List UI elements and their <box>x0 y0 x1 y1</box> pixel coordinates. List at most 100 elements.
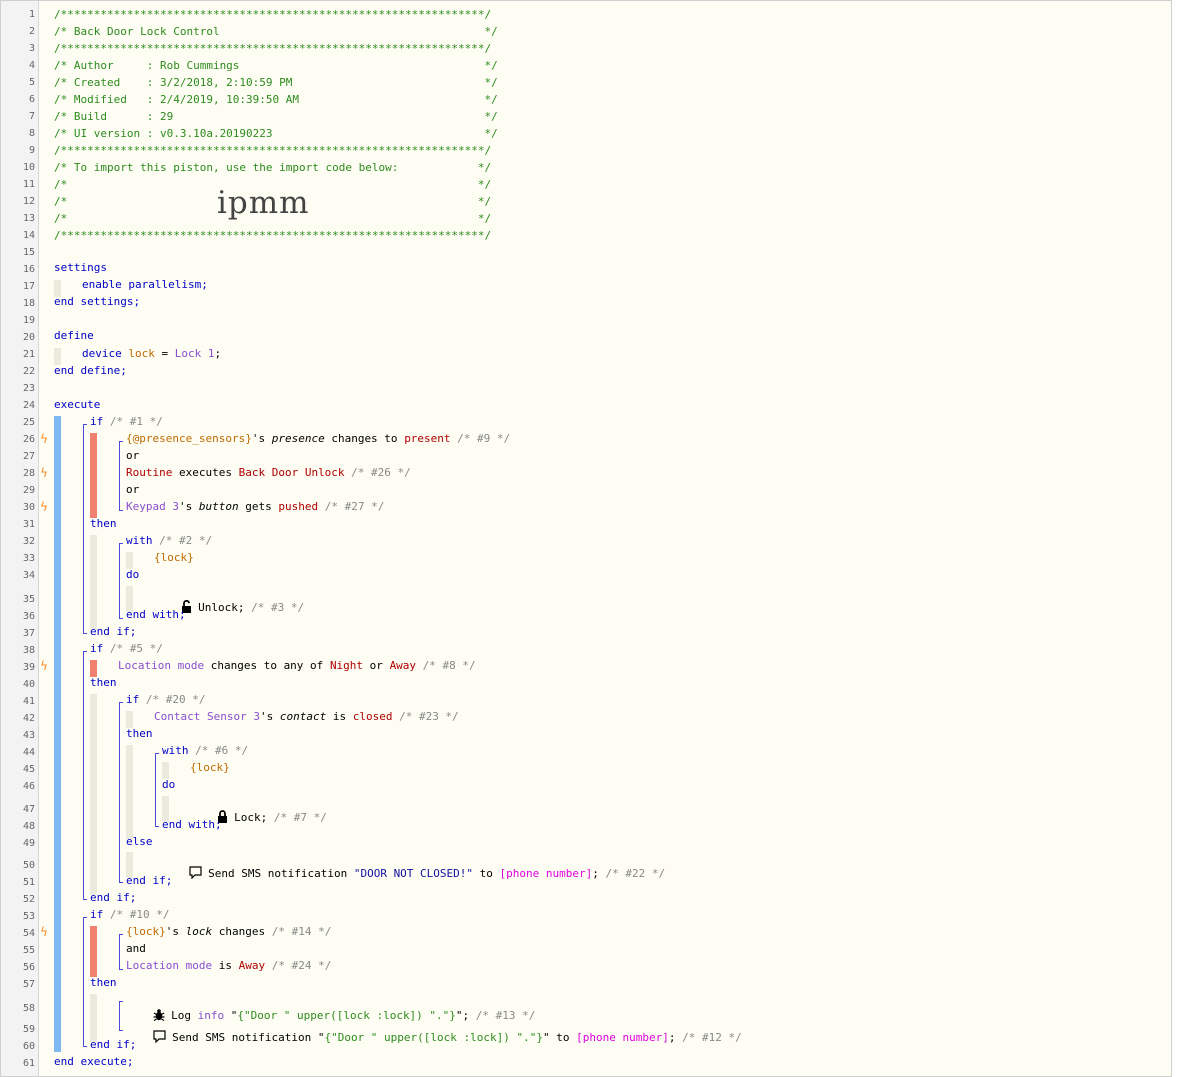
with2-bracket <box>119 543 123 619</box>
line-number: 23 <box>22 383 35 394</box>
with-device-lock: {lock} <box>154 551 194 564</box>
then-keyword: then <box>90 976 117 989</box>
line-number: 5 <box>28 77 35 88</box>
line-number: 59 <box>22 1024 35 1035</box>
with-statement-6[interactable]: with /* #6 */ <box>162 744 248 757</box>
if5-bracket <box>83 651 87 900</box>
line-number: 27 <box>22 451 35 462</box>
line-number: 17 <box>22 281 35 292</box>
sms-command[interactable]: Send SMS notification "DOOR NOT CLOSED!"… <box>162 853 665 893</box>
line-number: 30 <box>22 502 35 513</box>
end-define: end define; <box>54 364 127 377</box>
define-keyword: define <box>54 329 94 342</box>
comment-line: /* UI version : v0.3.10a.20190223 */ <box>54 127 498 140</box>
if-statement-20[interactable]: if /* #20 */ <box>126 693 205 706</box>
if20-bracket <box>119 702 123 883</box>
condition-keypad[interactable]: Keypad 3's button gets pushed /* #27 */ <box>126 500 384 513</box>
end-if: end if; <box>126 874 173 887</box>
then-keyword: then <box>90 517 117 530</box>
speech-bubble-icon <box>152 1030 166 1043</box>
operator-and: and <box>126 942 146 955</box>
line-number: 3 <box>28 43 35 54</box>
line-number: 18 <box>22 298 35 309</box>
line-number: 39 <box>22 662 35 673</box>
do-keyword: do <box>162 778 176 791</box>
line-number: 6 <box>28 94 35 105</box>
settings-keyword: settings <box>54 261 107 274</box>
line-number: 46 <box>22 781 35 792</box>
condition-lock-changes[interactable]: {lock}'s lock changes /* #14 */ <box>126 925 331 938</box>
comment-line: /***************************************… <box>54 8 492 21</box>
trigger-icon: ϟ <box>40 659 48 673</box>
if5-condition-bar <box>90 660 97 677</box>
line-number: 4 <box>28 60 35 71</box>
if1-condition-bracket <box>119 441 123 511</box>
end-execute: end execute; <box>54 1055 134 1068</box>
if20-then-bar <box>126 745 133 839</box>
comment-line: /* Created : 3/2/2018, 2:10:59 PM */ <box>54 76 498 89</box>
line-number: 2 <box>28 26 35 37</box>
line-number: 22 <box>22 366 35 377</box>
comment-line: /* Back Door Lock Control */ <box>54 25 498 38</box>
condition-location-away[interactable]: Location mode is Away /* #24 */ <box>126 959 331 972</box>
setting-line: enable parallelism; <box>82 278 208 291</box>
line-number: 50 <box>22 860 35 871</box>
if5-then-bar <box>90 694 97 895</box>
end-with: end with; <box>126 608 186 621</box>
line-number: 36 <box>22 611 35 622</box>
end-if: end if; <box>90 891 137 904</box>
operator-or: or <box>126 449 140 462</box>
condition-routine[interactable]: Routine executes Back Door Unlock /* #26… <box>126 466 411 479</box>
if1-bracket <box>83 424 87 634</box>
then-keyword: then <box>90 676 117 689</box>
condition-contact[interactable]: Contact Sensor 3's contact is closed /* … <box>154 710 459 723</box>
line-number: 19 <box>22 315 35 326</box>
with6-bracket <box>155 753 159 827</box>
line-number: 57 <box>22 979 35 990</box>
line-number: 13 <box>22 213 35 224</box>
line-number: 1 <box>28 9 35 20</box>
condition-location-mode[interactable]: Location mode changes to any of Night or… <box>118 659 476 672</box>
unlock-command[interactable]: Unlock; /* #3 */ <box>154 587 304 627</box>
if10-condition-bar <box>90 926 97 977</box>
line-number: 52 <box>22 894 35 905</box>
line-number: 49 <box>22 838 35 849</box>
operator-or: or <box>126 483 140 496</box>
line-number: 33 <box>22 553 35 564</box>
else-keyword: else <box>126 835 153 848</box>
comment-line: /***************************************… <box>54 42 492 55</box>
end-with: end with; <box>162 818 222 831</box>
line-number: 54 <box>22 928 35 939</box>
line-number: 14 <box>22 230 35 241</box>
if20-condition-bar <box>126 711 133 728</box>
device-definition: device lock = Lock 1; <box>82 347 222 360</box>
sms-command[interactable]: Send SMS notification "{"Door " upper([l… <box>126 1017 742 1057</box>
line-number: 61 <box>22 1058 35 1069</box>
condition-presence[interactable]: {@presence_sensors}'s presence changes t… <box>126 432 510 445</box>
if-statement-5[interactable]: if /* #5 */ <box>90 642 163 655</box>
with-device-lock: {lock} <box>190 761 230 774</box>
end-if: end if; <box>90 1038 137 1051</box>
line-number: 34 <box>22 570 35 581</box>
define-indent-bar <box>54 348 61 365</box>
line-number: 7 <box>28 111 35 122</box>
with-statement-2[interactable]: with /* #2 */ <box>126 534 212 547</box>
line-number: 11 <box>22 179 35 190</box>
if-statement-10[interactable]: if /* #10 */ <box>90 908 169 921</box>
line-number: 48 <box>22 821 35 832</box>
comment-line: /* Modified : 2/4/2019, 10:39:50 AM */ <box>54 93 498 106</box>
line-number: 21 <box>22 349 35 360</box>
line-number: 12 <box>22 196 35 207</box>
line-number: 44 <box>22 747 35 758</box>
trigger-icon: ϟ <box>40 925 48 939</box>
do-keyword: do <box>126 568 140 581</box>
import-code: ipmm <box>217 185 310 221</box>
line-number: 41 <box>22 696 35 707</box>
if-statement-1[interactable]: if /* #1 */ <box>90 415 163 428</box>
with6-bar <box>162 762 169 779</box>
trigger-icon: ϟ <box>40 466 48 480</box>
line-number: 40 <box>22 679 35 690</box>
lock-command[interactable]: Lock; /* #7 */ <box>190 797 327 837</box>
line-number: 25 <box>22 417 35 428</box>
line-number: 24 <box>22 400 35 411</box>
